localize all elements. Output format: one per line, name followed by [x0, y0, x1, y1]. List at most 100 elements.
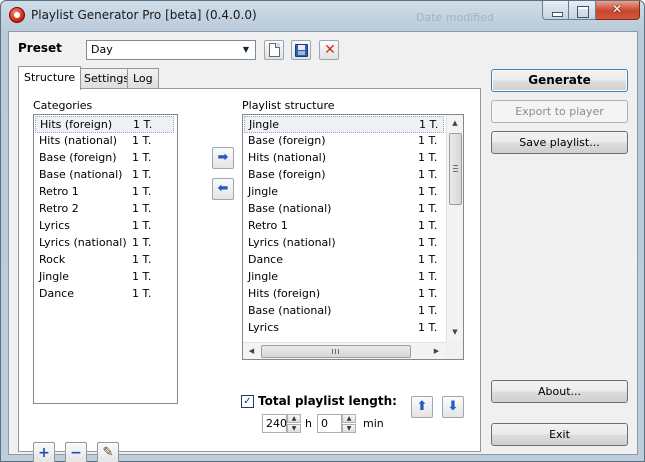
add-category-button[interactable]: +	[33, 442, 55, 462]
scroll-right-icon[interactable]: ▶	[428, 343, 445, 359]
tab-structure[interactable]: Structure	[18, 66, 82, 90]
remove-category-button[interactable]: −	[65, 442, 87, 462]
list-item-name: Retro 2	[39, 202, 79, 215]
title-bar[interactable]: Playlist Generator Pro [beta] (0.4.0.0) …	[1, 1, 645, 31]
new-preset-button[interactable]	[264, 40, 284, 60]
move-up-button[interactable]: ⬆	[411, 396, 433, 418]
list-item[interactable]: Base (foreign) 1 T.	[35, 150, 174, 167]
add-to-structure-button[interactable]: ➡	[212, 147, 234, 169]
close-button[interactable]	[596, 1, 640, 20]
arrow-left-icon: ⬅	[217, 181, 229, 196]
list-item[interactable]: Dance 1 T.	[35, 286, 174, 303]
minus-icon: −	[70, 445, 82, 461]
list-item-name: Base (national)	[248, 202, 332, 215]
list-item-track-count: 1 T.	[132, 253, 152, 266]
list-item[interactable]: Lyrics 1 T.	[35, 218, 174, 235]
maximize-button[interactable]	[569, 1, 596, 20]
total-length-label[interactable]: Total playlist length:	[258, 394, 397, 408]
list-item-name: Base (foreign)	[248, 134, 326, 147]
scroll-up-icon[interactable]: ▲	[447, 115, 463, 132]
preset-dropdown[interactable]: Day ▼	[86, 40, 256, 60]
list-item[interactable]: Jingle 1 T.	[35, 269, 174, 286]
list-item-track-count: 1 T.	[418, 304, 438, 317]
list-item[interactable]: Jingle 1 T.	[244, 269, 444, 286]
move-down-button[interactable]: ⬇	[442, 396, 464, 418]
list-item-track-count: 1 T.	[132, 134, 152, 147]
playlist-structure-list[interactable]: Jingle 1 T. Base (foreign) 1 T. Hits (nation…	[242, 114, 464, 360]
window-frame: Playlist Generator Pro [beta] (0.4.0.0) …	[0, 0, 645, 462]
list-item-track-count: 1 T.	[418, 321, 438, 334]
edit-pencil-icon: ✎	[102, 445, 114, 460]
list-item[interactable]: Base (national) 1 T.	[244, 201, 444, 218]
list-item-track-count: 1 T.	[132, 202, 152, 215]
minutes-input[interactable]: 0	[317, 414, 342, 433]
list-item-track-count: 1 T.	[419, 118, 439, 131]
scroll-down-icon[interactable]: ▼	[447, 324, 463, 341]
structure-horizontal-scrollbar[interactable]: ◀ ▶	[243, 342, 446, 359]
list-item-track-count: 1 T.	[418, 236, 438, 249]
list-item[interactable]: Hits (foreign) 1 T.	[35, 116, 174, 133]
list-item[interactable]: Retro 1 1 T.	[35, 184, 174, 201]
list-item[interactable]: Lyrics 1 T.	[244, 320, 444, 337]
list-item[interactable]: Rock 1 T.	[35, 252, 174, 269]
checkmark-icon: ✓	[243, 396, 252, 407]
exit-button[interactable]: Exit	[491, 423, 628, 446]
hours-spinner[interactable]: ▲ ▼	[287, 414, 301, 433]
list-item[interactable]: Hits (national) 1 T.	[244, 150, 444, 167]
hours-decrement-icon[interactable]: ▼	[287, 424, 301, 433]
save-playlist-button[interactable]: Save playlist...	[491, 131, 628, 154]
export-to-player-button[interactable]: Export to player	[491, 100, 628, 123]
list-item[interactable]: Base (national) 1 T.	[244, 303, 444, 320]
total-length-checkbox[interactable]: ✓	[241, 395, 254, 408]
edit-category-button[interactable]: ✎	[97, 442, 119, 462]
minimize-button[interactable]	[542, 1, 569, 20]
plus-icon: +	[38, 445, 50, 461]
structure-vertical-scrollbar[interactable]: ▲ ▼	[446, 115, 463, 342]
arrow-right-icon: ➡	[217, 150, 229, 165]
hours-increment-icon[interactable]: ▲	[287, 414, 301, 423]
list-item[interactable]: Dance 1 T.	[244, 252, 444, 269]
scroll-left-icon[interactable]: ◀	[243, 343, 260, 359]
list-item[interactable]: Retro 1 1 T.	[244, 218, 444, 235]
list-item-name: Lyrics (national)	[248, 236, 336, 249]
list-item[interactable]: Lyrics (national) 1 T.	[35, 235, 174, 252]
list-item-name: Hits (foreign)	[248, 287, 321, 300]
list-item-track-count: 1 T.	[133, 118, 153, 131]
list-item-name: Jingle	[248, 185, 279, 198]
minutes-increment-icon[interactable]: ▲	[342, 414, 356, 423]
list-item-track-count: 1 T.	[418, 270, 438, 283]
preset-label: Preset	[18, 41, 62, 55]
list-item[interactable]: Hits (foreign) 1 T.	[244, 286, 444, 303]
client-area: Preset Day ▼ ✕ Structure Settings Log Ca…	[8, 31, 638, 462]
list-item-track-count: 1 T.	[418, 168, 438, 181]
app-icon[interactable]	[9, 7, 25, 23]
generate-button[interactable]: Generate	[491, 69, 628, 92]
horizontal-scroll-thumb[interactable]	[261, 345, 411, 358]
list-item[interactable]: Hits (national) 1 T.	[35, 133, 174, 150]
hours-input[interactable]: 240	[262, 414, 287, 433]
list-item[interactable]: Base (foreign) 1 T.	[244, 167, 444, 184]
list-item-track-count: 1 T.	[132, 219, 152, 232]
minutes-decrement-icon[interactable]: ▼	[342, 424, 356, 433]
tab-log[interactable]: Log	[127, 68, 159, 89]
categories-list[interactable]: Hits (foreign) 1 T. Hits (national) 1 T. Bas…	[33, 114, 178, 404]
save-preset-button[interactable]	[291, 40, 311, 60]
vertical-scroll-thumb[interactable]	[449, 133, 462, 205]
list-item[interactable]: Base (national) 1 T.	[35, 167, 174, 184]
list-item[interactable]: Jingle 1 T.	[244, 184, 444, 201]
about-button[interactable]: About...	[491, 380, 628, 403]
list-item-track-count: 1 T.	[132, 287, 152, 300]
list-item[interactable]: Retro 2 1 T.	[35, 201, 174, 218]
list-item-track-count: 1 T.	[418, 185, 438, 198]
list-item-name: Jingle	[249, 118, 280, 131]
delete-preset-button[interactable]: ✕	[319, 40, 339, 60]
hours-unit-label: h	[305, 417, 312, 430]
list-item-track-count: 1 T.	[418, 202, 438, 215]
list-item[interactable]: Base (foreign) 1 T.	[244, 133, 444, 150]
list-item[interactable]: Lyrics (national) 1 T.	[244, 235, 444, 252]
list-item-name: Lyrics	[39, 219, 70, 232]
remove-from-structure-button[interactable]: ⬅	[212, 178, 234, 200]
list-item-name: Base (foreign)	[248, 168, 326, 181]
list-item[interactable]: Jingle 1 T.	[244, 116, 444, 133]
minutes-spinner[interactable]: ▲ ▼	[342, 414, 356, 433]
